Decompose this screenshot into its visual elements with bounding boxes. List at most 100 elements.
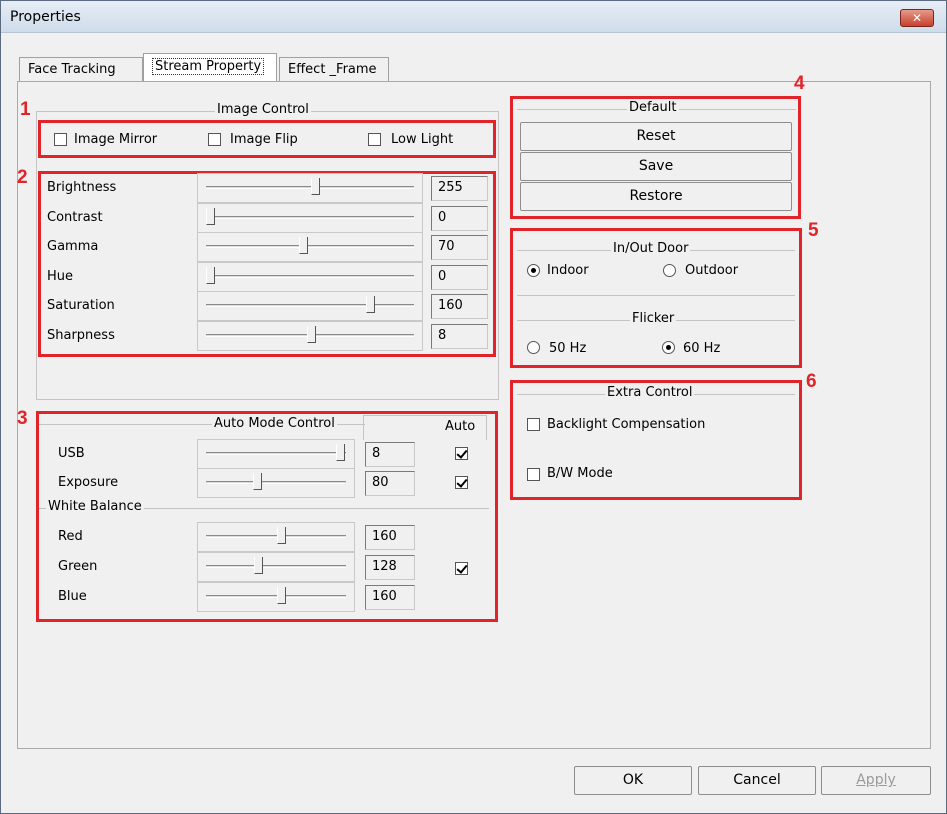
usb-auto-checkbox[interactable]: [455, 447, 468, 460]
60hz-radio[interactable]: [662, 341, 675, 354]
sharpness-slider-thumb[interactable]: [307, 325, 316, 343]
bw-mode-label: B/W Mode: [547, 466, 613, 481]
usb-slider[interactable]: [197, 439, 355, 469]
image-control-title: Image Control: [215, 102, 311, 117]
gamma-label: Gamma: [47, 239, 99, 254]
green-label: Green: [58, 559, 98, 574]
usb-label: USB: [58, 446, 85, 461]
bw-mode-checkbox[interactable]: [527, 468, 540, 481]
contrast-label: Contrast: [47, 209, 103, 225]
in-out-door-divider: [517, 295, 795, 296]
green-slider[interactable]: [197, 552, 355, 582]
outdoor-radio[interactable]: [663, 264, 676, 277]
tab-stream-property[interactable]: Stream Property: [143, 53, 277, 83]
tab-label: Face Tracking: [28, 62, 116, 77]
apply-button[interactable]: Apply: [821, 766, 931, 795]
blue-slider-thumb[interactable]: [277, 587, 287, 604]
brightness-value[interactable]: 255: [431, 176, 488, 201]
restore-button[interactable]: Restore: [520, 182, 792, 211]
60hz-label: 60 Hz: [683, 341, 721, 356]
default-title: Default: [627, 100, 679, 115]
gamma-slider[interactable]: [197, 232, 423, 262]
cancel-button[interactable]: Cancel: [698, 766, 816, 795]
annotation-number-5: 5: [808, 220, 819, 241]
tab-face-tracking[interactable]: Face Tracking: [19, 57, 143, 82]
hue-value[interactable]: 0: [431, 264, 488, 290]
indoor-radio[interactable]: [527, 264, 540, 277]
auto-column-header: Auto: [445, 419, 476, 434]
tab-label: Effect _Frame: [288, 62, 377, 77]
green-value[interactable]: 128: [365, 555, 415, 580]
contrast-value[interactable]: 0: [431, 205, 488, 231]
contrast-slider[interactable]: [197, 202, 423, 233]
white-balance-auto-checkbox[interactable]: [455, 562, 468, 575]
saturation-label: Saturation: [47, 298, 115, 313]
auto-mode-title: Auto Mode Control: [212, 416, 337, 431]
blue-slider[interactable]: [197, 582, 355, 612]
green-slider-track: [206, 565, 346, 568]
ok-button[interactable]: OK: [574, 766, 692, 795]
brightness-slider-thumb[interactable]: [311, 178, 321, 195]
usb-value[interactable]: 8: [365, 442, 415, 467]
red-slider[interactable]: [197, 522, 355, 552]
usb-slider-track: [206, 452, 346, 455]
image-flip-checkbox[interactable]: [208, 133, 221, 146]
backlight-compensation-checkbox[interactable]: [527, 418, 540, 431]
exposure-slider[interactable]: [197, 468, 355, 498]
annotation-number-4: 4: [794, 73, 805, 94]
blue-value[interactable]: 160: [365, 585, 415, 610]
annotation-number-3: 3: [17, 408, 28, 429]
contrast-slider-thumb[interactable]: [206, 207, 215, 225]
image-mirror-label: Image Mirror: [74, 132, 158, 147]
red-slider-track: [206, 535, 346, 538]
backlight-compensation-label: Backlight Compensation: [547, 417, 706, 432]
image-mirror-checkbox[interactable]: [54, 133, 67, 146]
image-flip-label: Image Flip: [230, 132, 298, 147]
contrast-slider-track: [206, 215, 414, 219]
saturation-slider-thumb[interactable]: [365, 296, 375, 313]
red-value[interactable]: 160: [365, 525, 415, 550]
brightness-slider[interactable]: [197, 173, 423, 203]
exposure-value[interactable]: 80: [365, 471, 415, 496]
window-title: Properties: [10, 9, 81, 25]
hue-slider[interactable]: [197, 261, 423, 292]
red-label: Red: [58, 529, 83, 544]
brightness-slider-track: [206, 186, 414, 189]
usb-slider-thumb[interactable]: [335, 444, 345, 461]
gamma-value[interactable]: 70: [431, 235, 488, 260]
gamma-slider-thumb[interactable]: [298, 237, 308, 254]
reset-button[interactable]: Reset: [520, 122, 792, 151]
50hz-label: 50 Hz: [549, 341, 587, 356]
outdoor-label: Outdoor: [685, 263, 739, 278]
tab-label: Stream Property: [152, 58, 265, 75]
close-icon[interactable]: ✕: [900, 9, 934, 27]
extra-control-title: Extra Control: [605, 385, 695, 400]
50hz-radio[interactable]: [527, 341, 540, 354]
hue-slider-thumb[interactable]: [206, 266, 215, 284]
blue-label: Blue: [58, 589, 87, 604]
annotation-number-1: 1: [20, 99, 31, 120]
exposure-slider-track: [206, 481, 346, 484]
exposure-slider-thumb[interactable]: [252, 473, 262, 490]
flicker-title: Flicker: [630, 311, 677, 326]
saturation-slider-track: [206, 304, 414, 307]
annotation-number-6: 6: [806, 371, 817, 392]
saturation-value[interactable]: 160: [431, 294, 488, 319]
red-slider-thumb[interactable]: [277, 527, 287, 544]
low-light-label: Low Light: [391, 132, 454, 147]
blue-slider-track: [206, 595, 346, 598]
title-bar: Properties ✕: [1, 1, 946, 33]
indoor-label: Indoor: [547, 263, 589, 278]
tab-effect-frame[interactable]: Effect _Frame: [279, 57, 389, 82]
exposure-auto-checkbox[interactable]: [455, 476, 468, 489]
saturation-slider[interactable]: [197, 291, 423, 321]
white-balance-title: White Balance: [46, 499, 144, 514]
green-slider-thumb[interactable]: [254, 557, 264, 574]
properties-dialog: Properties ✕ Face Tracking Stream Proper…: [0, 0, 947, 814]
save-button[interactable]: Save: [520, 152, 792, 181]
in-out-door-title: In/Out Door: [611, 241, 691, 256]
sharpness-slider[interactable]: [197, 320, 423, 351]
sharpness-value[interactable]: 8: [431, 323, 488, 349]
low-light-checkbox[interactable]: [368, 133, 381, 146]
gamma-slider-track: [206, 245, 414, 248]
